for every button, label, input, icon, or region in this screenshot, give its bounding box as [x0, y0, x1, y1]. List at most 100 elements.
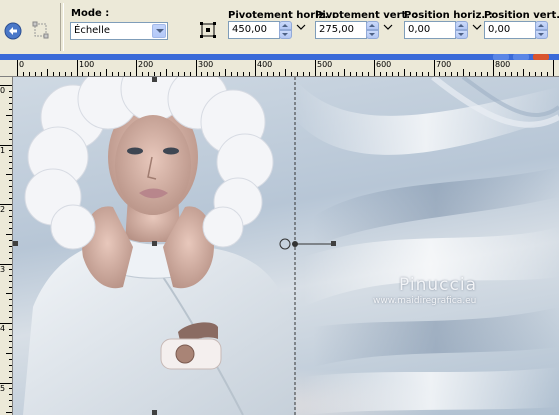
ruler-tick [9, 121, 12, 122]
spin-up-icon[interactable] [455, 21, 468, 30]
watermark-title: Pinuccia [399, 275, 477, 295]
mode-select[interactable]: Échelle [70, 22, 168, 40]
chevron-down-icon[interactable] [296, 22, 306, 32]
ruler-tick [136, 60, 137, 76]
ruler-label: 600 [376, 60, 392, 69]
ruler-tick [9, 186, 12, 187]
position-vertical-input[interactable]: 0,00 [484, 21, 536, 39]
ruler-tick [237, 72, 238, 76]
chevron-down-icon[interactable] [152, 24, 166, 38]
ruler-tick [106, 69, 107, 76]
spin-down-icon[interactable] [366, 30, 379, 39]
ruler-tick [428, 72, 429, 76]
ruler-tick [422, 72, 423, 76]
ruler-label: 1 [0, 146, 6, 155]
deform-tool-icon[interactable] [32, 20, 50, 40]
ruler-tick [547, 72, 548, 76]
undo-icon[interactable] [4, 22, 22, 40]
spin-up-icon[interactable] [535, 21, 548, 30]
chevron-down-icon[interactable] [472, 22, 482, 32]
ruler-tick [368, 72, 369, 76]
ruler-tick [59, 72, 60, 76]
ruler-tick [9, 311, 12, 312]
ruler-tick [451, 72, 452, 76]
ruler-tick [386, 72, 387, 76]
ruler-tick [410, 72, 411, 76]
ruler-tick [243, 72, 244, 76]
ruler-tick [9, 91, 12, 92]
spin-down-icon[interactable] [535, 30, 548, 39]
pivot-horizontal-spinner[interactable] [279, 21, 292, 39]
ruler-label: 700 [436, 60, 452, 69]
ruler-tick [9, 127, 12, 128]
ruler-tick [338, 72, 339, 76]
ruler-tick [481, 72, 482, 76]
ruler-tick [71, 72, 72, 76]
ruler-tick [53, 72, 54, 76]
position-horizontal-input[interactable]: 0,00 [404, 21, 456, 39]
ruler-label: 400 [257, 60, 273, 69]
ruler-tick [88, 72, 89, 76]
ruler-tick [279, 72, 280, 76]
pivot-horizontal-input[interactable]: 450,00 [228, 21, 280, 39]
ruler-tick [9, 275, 12, 276]
pivot-vertical-input[interactable]: 275,00 [315, 21, 367, 39]
ruler-tick [196, 60, 197, 76]
ruler-tick [213, 72, 214, 76]
ruler-label: 3 [0, 265, 6, 274]
ruler-tick [166, 69, 167, 76]
ruler-tick [9, 347, 12, 348]
ruler-tick [9, 299, 12, 300]
rotation-handle[interactable] [331, 241, 336, 246]
left-scale-handle[interactable] [13, 241, 18, 246]
ruler-tick [457, 72, 458, 76]
position-vertical-spinner[interactable] [535, 21, 548, 39]
ruler-tick [487, 72, 488, 76]
vertical-ruler[interactable]: 0 1 2 3 4 5 [0, 77, 13, 415]
ruler-tick [225, 69, 226, 76]
ruler-label: 500 [317, 60, 333, 69]
tool-options-toolbar: Mode : Échelle Pivotement horiz. : 450,0… [0, 0, 559, 55]
spin-down-icon[interactable] [455, 30, 468, 39]
ruler-tick [29, 72, 30, 76]
bottom-scale-handle[interactable] [152, 410, 157, 415]
ruler-tick [9, 305, 12, 306]
ruler-tick [6, 412, 12, 413]
top-scale-handle[interactable] [152, 77, 157, 82]
ruler-tick [523, 69, 524, 76]
chevron-down-icon[interactable] [383, 22, 393, 32]
ruler-tick [9, 97, 12, 98]
horizontal-ruler[interactable]: 0 100 200 300 400 500 600 700 800 [0, 60, 559, 77]
ruler-tick [553, 60, 554, 76]
ruler-tick [9, 109, 12, 110]
mode-label: Mode : [71, 8, 110, 19]
ruler-label: 4 [0, 324, 6, 333]
ruler-tick [416, 72, 417, 76]
ruler-tick [190, 72, 191, 76]
spin-up-icon[interactable] [279, 21, 292, 30]
ruler-tick [469, 72, 470, 76]
spin-down-icon[interactable] [279, 30, 292, 39]
ruler-tick [535, 72, 536, 76]
ruler-tick [124, 72, 125, 76]
pivot-vertical-spinner[interactable] [366, 21, 379, 39]
ruler-tick [9, 156, 12, 157]
ruler-tick [9, 139, 12, 140]
spin-up-icon[interactable] [366, 21, 379, 30]
ruler-tick [94, 72, 95, 76]
center-handle[interactable] [152, 241, 157, 246]
image-canvas[interactable]: Pinuccia www.maidiregrafica.eu [13, 77, 559, 415]
ruler-tick [9, 180, 12, 181]
ruler-tick [184, 72, 185, 76]
ruler-tick [9, 329, 12, 330]
ruler-tick [511, 72, 512, 76]
ruler-tick [41, 72, 42, 76]
ruler-tick [160, 72, 161, 76]
ruler-tick [47, 69, 48, 76]
ruler-tick [332, 72, 333, 76]
ruler-label: 200 [138, 60, 154, 69]
ruler-tick [9, 317, 12, 318]
ruler-label: 5 [0, 384, 6, 393]
ruler-tick [356, 72, 357, 76]
position-horizontal-spinner[interactable] [455, 21, 468, 39]
